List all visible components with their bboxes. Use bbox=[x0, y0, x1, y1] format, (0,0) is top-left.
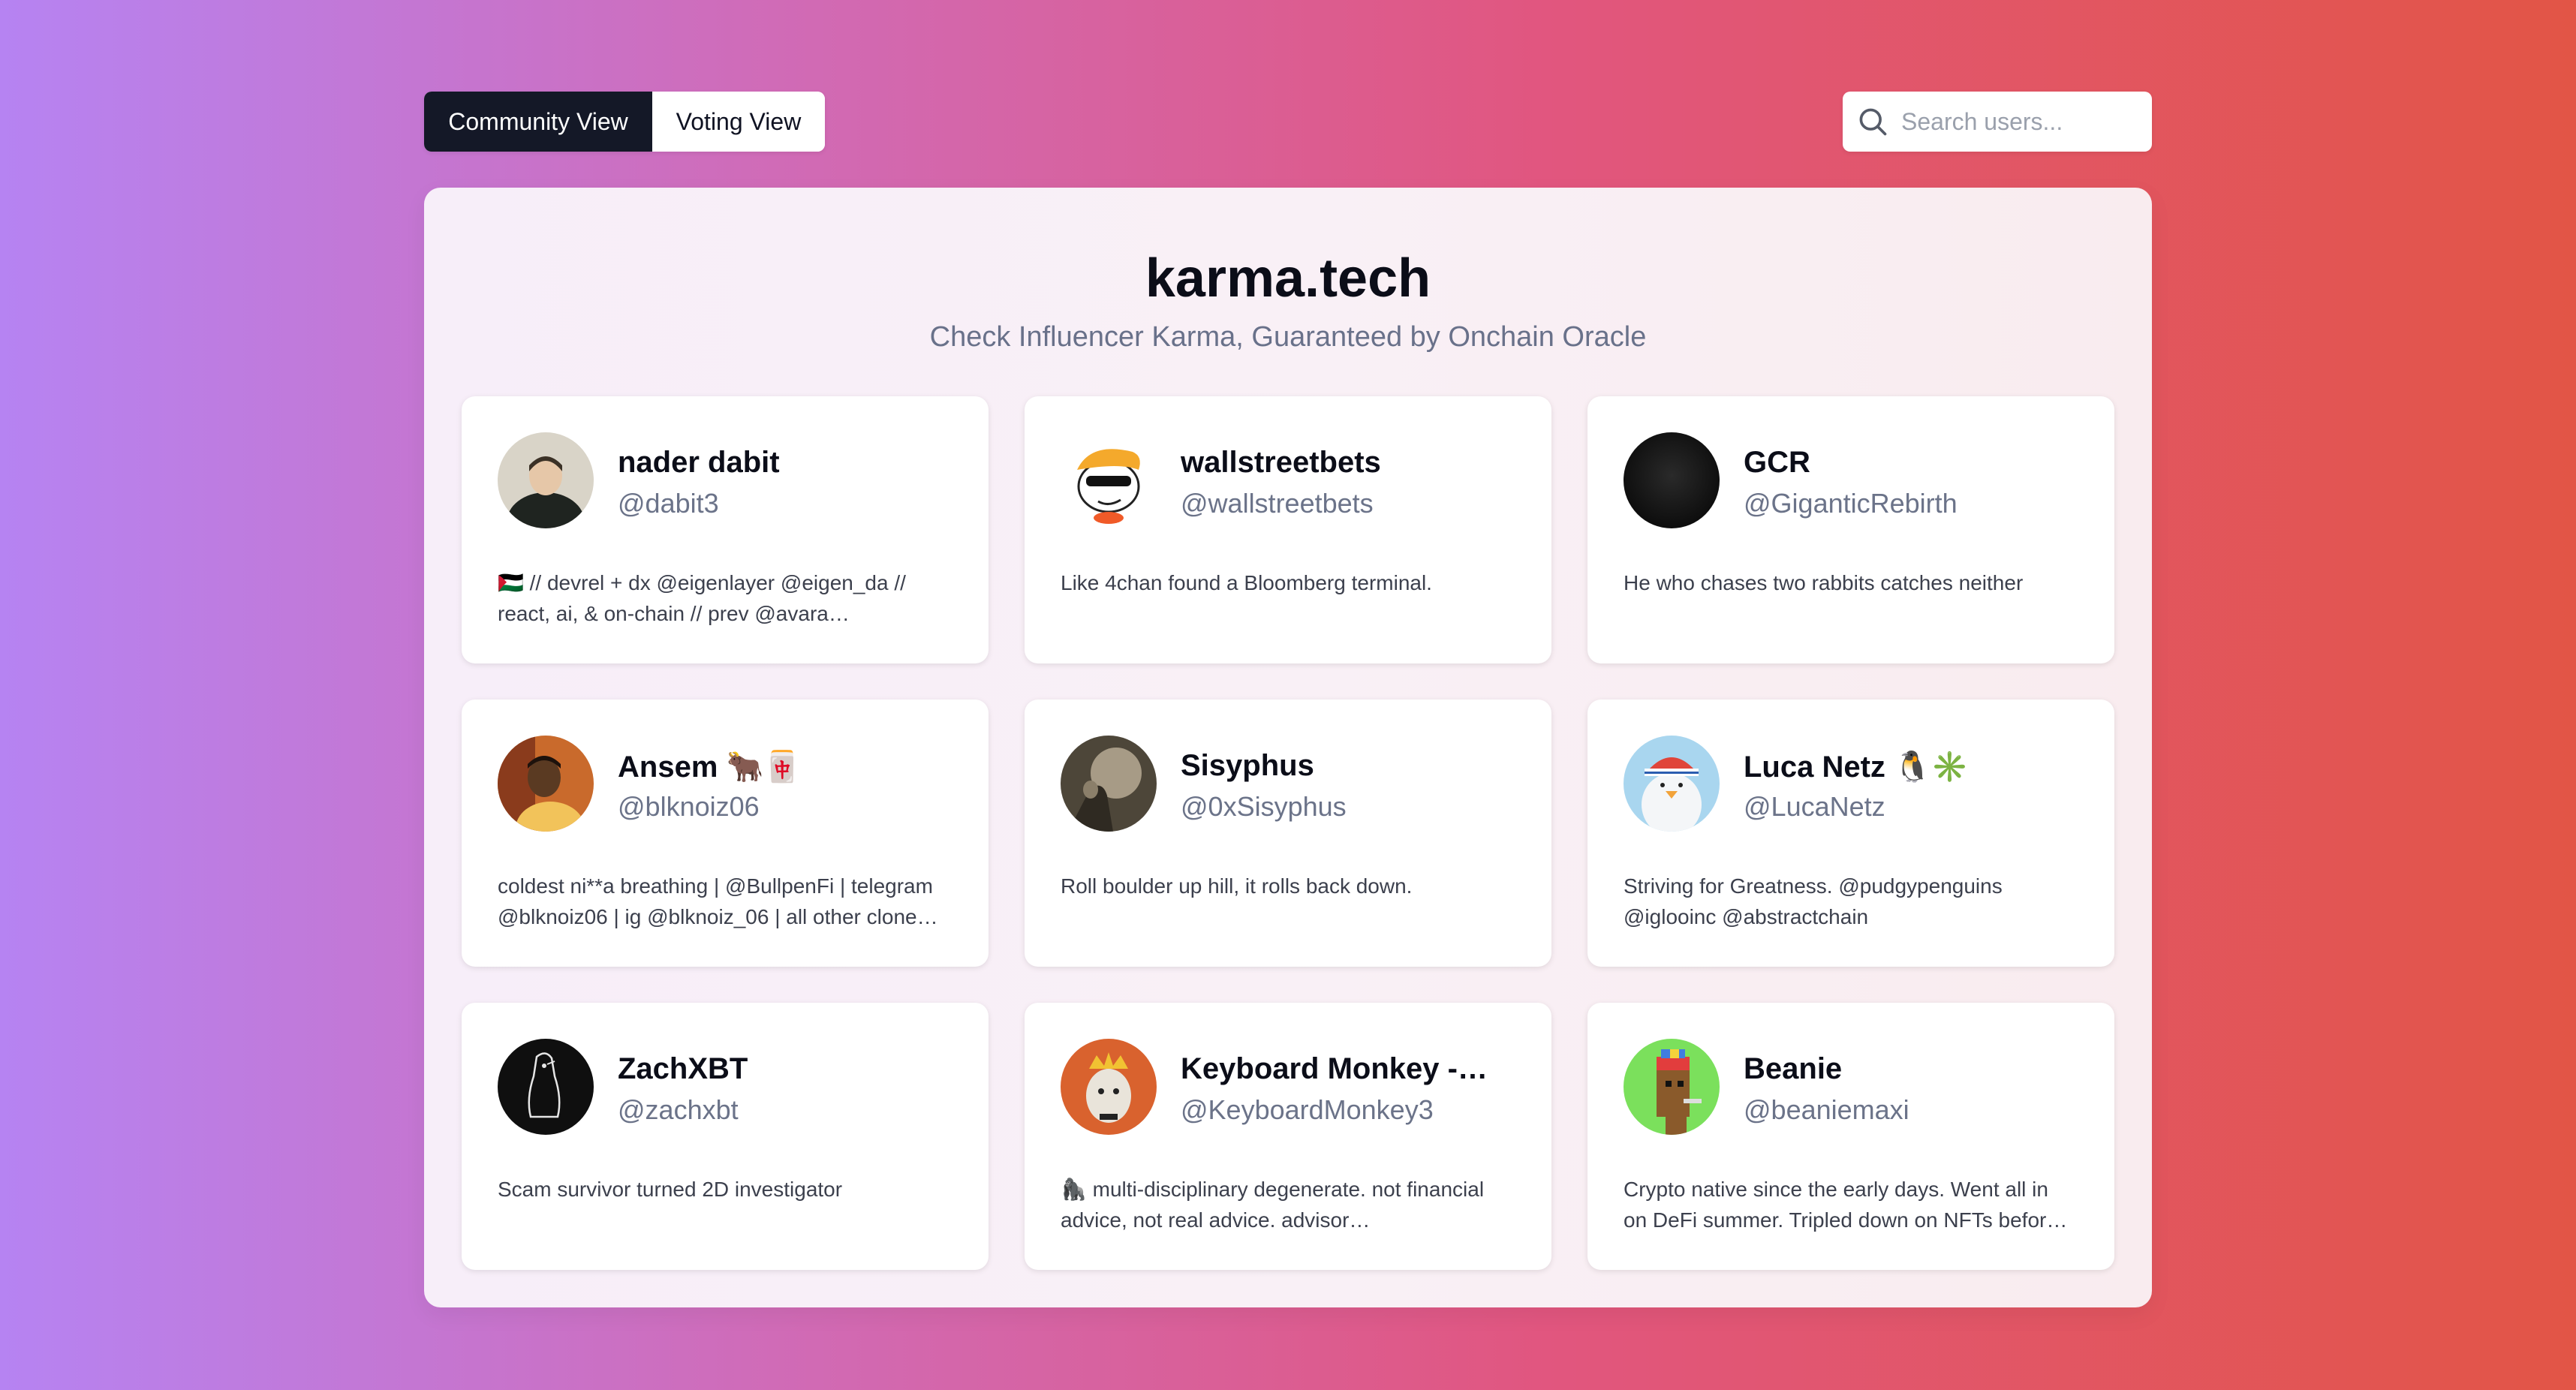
user-card-lucanetz[interactable]: Luca Netz 🐧✳️ @LucaNetz Striving for Gre… bbox=[1587, 700, 2114, 967]
influencer-grid: nader dabit @dabit3 🇵🇸 // devrel + dx @e… bbox=[462, 396, 2114, 1270]
user-bio: coldest ni**a breathing | @BullpenFi | t… bbox=[498, 874, 938, 928]
avatar bbox=[1061, 1039, 1157, 1135]
user-card-dabit3[interactable]: nader dabit @dabit3 🇵🇸 // devrel + dx @e… bbox=[462, 396, 989, 663]
user-name: ZachXBT bbox=[618, 1052, 748, 1085]
user-bio: Crypto native since the early days. Went… bbox=[1624, 1178, 2068, 1232]
avatar bbox=[1061, 736, 1157, 832]
user-card-giganticrebirth[interactable]: GCR @GiganticRebirth He who chases two r… bbox=[1587, 396, 2114, 663]
user-name: Sisyphus bbox=[1181, 749, 1314, 782]
user-handle: @dabit3 bbox=[618, 488, 719, 519]
user-card-blknoiz06[interactable]: Ansem 🐂🀄 @blknoiz06 coldest ni**a breath… bbox=[462, 700, 989, 967]
avatar bbox=[498, 736, 594, 832]
user-card-zachxbt[interactable]: ZachXBT @zachxbt Scam survivor turned 2D… bbox=[462, 1003, 989, 1270]
user-bio: He who chases two rabbits catches neithe… bbox=[1624, 571, 2024, 594]
avatar bbox=[1624, 736, 1720, 832]
user-handle: @GiganticRebirth bbox=[1744, 488, 1958, 519]
top-bar: Community View Voting View bbox=[424, 92, 2152, 152]
user-handle: @wallstreetbets bbox=[1181, 488, 1374, 519]
user-handle: @LucaNetz bbox=[1744, 791, 1885, 822]
user-name: GCR bbox=[1744, 446, 1810, 479]
avatar bbox=[498, 432, 594, 528]
user-bio: Striving for Greatness. @pudgypenguins @… bbox=[1624, 874, 2003, 928]
search-icon bbox=[1855, 104, 1891, 140]
user-card-beaniemaxi[interactable]: Beanie @beaniemaxi Crypto native since t… bbox=[1587, 1003, 2114, 1270]
page-title: karma.tech bbox=[1145, 248, 1431, 308]
user-bio: Roll boulder up hill, it rolls back down… bbox=[1061, 874, 1413, 898]
user-card-0xsisyphus[interactable]: Sisyphus @0xSisyphus Roll boulder up hil… bbox=[1025, 700, 1551, 967]
user-handle: @blknoiz06 bbox=[618, 791, 760, 822]
user-bio: Scam survivor turned 2D investigator bbox=[498, 1178, 843, 1201]
user-name: wallstreetbets bbox=[1181, 446, 1381, 479]
user-bio: 🦍 multi-disciplinary degenerate. not fin… bbox=[1061, 1178, 1485, 1232]
search-input[interactable] bbox=[1900, 107, 2143, 137]
user-bio: Like 4chan found a Bloomberg terminal. bbox=[1061, 571, 1432, 594]
avatar bbox=[498, 1039, 594, 1135]
avatar bbox=[1061, 432, 1157, 528]
user-handle: @zachxbt bbox=[618, 1094, 739, 1125]
avatar bbox=[1624, 1039, 1720, 1135]
voting-view-tab[interactable]: Voting View bbox=[652, 92, 825, 152]
view-toggle: Community View Voting View bbox=[424, 92, 825, 152]
user-card-keyboardmonkey3[interactable]: Keyboard Monkey -… @KeyboardMonkey3 🦍 mu… bbox=[1025, 1003, 1551, 1270]
user-bio: 🇵🇸 // devrel + dx @eigenlayer @eigen_da … bbox=[498, 571, 906, 625]
page-subtitle: Check Influencer Karma, Guaranteed by On… bbox=[929, 321, 1647, 353]
user-name: Luca Netz 🐧✳️ bbox=[1744, 751, 1969, 784]
user-handle: @KeyboardMonkey3 bbox=[1181, 1094, 1434, 1125]
user-name: Keyboard Monkey -… bbox=[1181, 1052, 1488, 1085]
user-name: Ansem 🐂🀄 bbox=[618, 751, 802, 784]
user-handle: @0xSisyphus bbox=[1181, 791, 1347, 822]
search-box[interactable] bbox=[1843, 92, 2152, 152]
user-card-wallstreetbets[interactable]: wallstreetbets @wallstreetbets Like 4cha… bbox=[1025, 396, 1551, 663]
user-name: Beanie bbox=[1744, 1052, 1843, 1085]
user-name: nader dabit bbox=[618, 446, 780, 479]
community-view-tab[interactable]: Community View bbox=[424, 92, 652, 152]
main-panel: karma.tech Check Influencer Karma, Guara… bbox=[424, 188, 2152, 1307]
user-handle: @beaniemaxi bbox=[1744, 1094, 1909, 1125]
avatar bbox=[1624, 432, 1720, 528]
